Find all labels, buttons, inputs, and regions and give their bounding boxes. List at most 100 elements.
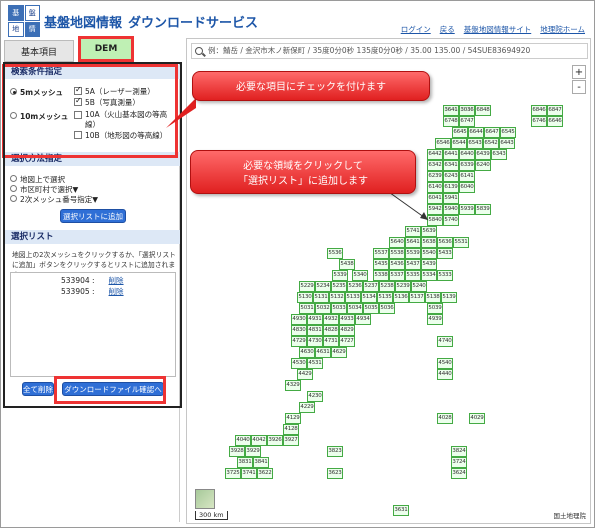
mesh-tile[interactable]: 5136	[393, 292, 409, 303]
mesh-tile[interactable]: 4930	[291, 314, 307, 325]
mesh-tile[interactable]: 6439	[475, 149, 491, 160]
mesh-tile[interactable]: 5433	[437, 248, 453, 259]
mesh-grid[interactable]: 6846684768486846684767486747674666466645…	[187, 39, 590, 523]
mesh-tile[interactable]: 5135	[377, 292, 393, 303]
mesh-tile[interactable]: 3725	[225, 468, 241, 479]
mesh-tile[interactable]: 6848	[475, 105, 491, 116]
mesh-tile[interactable]: 3824	[451, 446, 467, 457]
mesh-tile[interactable]: 3641	[443, 105, 459, 116]
location-search-input[interactable]: 例：鯖岳 / 金沢市木ノ新保町 / 35度0分0秒 135度0分0秒 / 35.…	[191, 43, 588, 59]
mesh-tile[interactable]: 4939	[427, 314, 443, 325]
mesh-tile[interactable]: 6442	[427, 149, 443, 160]
mesh-tile[interactable]: 5133	[345, 292, 361, 303]
gsi-home-link[interactable]: 地理院ホーム	[540, 24, 585, 35]
mesh-tile[interactable]: 6443	[499, 138, 515, 149]
mesh-tile[interactable]: 4631	[315, 347, 331, 358]
mesh-tile[interactable]: 5335	[405, 270, 421, 281]
mesh-tile[interactable]: 5639	[421, 226, 437, 237]
mesh-tile[interactable]: 4831	[307, 325, 323, 336]
mesh-tile[interactable]: 3928	[229, 446, 245, 457]
mesh-tile[interactable]: 4932	[323, 314, 339, 325]
mesh-tile[interactable]: 4229	[299, 402, 315, 413]
mesh-tile[interactable]: 6041	[427, 193, 443, 204]
mesh-tile[interactable]: 6545	[500, 127, 516, 138]
mesh-tile[interactable]: 3841	[253, 457, 269, 468]
mesh-tile[interactable]: 5636	[437, 237, 453, 248]
mesh-tile[interactable]: 4731	[323, 336, 339, 347]
back-link[interactable]: 戻る	[440, 24, 455, 35]
mesh-tile[interactable]: 4727	[339, 336, 355, 347]
mesh-tile[interactable]: 3926	[267, 435, 283, 446]
mesh-tile[interactable]: 3036	[459, 105, 475, 116]
mesh-tile[interactable]: 4440	[437, 369, 453, 380]
mesh-tile[interactable]: 6546	[435, 138, 451, 149]
mesh-tile[interactable]: 6342	[427, 160, 443, 171]
mesh-tile[interactable]: 5137	[409, 292, 425, 303]
mesh-tile[interactable]: 4829	[339, 325, 355, 336]
mesh-tile[interactable]: 4040	[235, 435, 251, 446]
mesh-tile[interactable]: 4630	[299, 347, 315, 358]
mesh-tile[interactable]: 5131	[313, 292, 329, 303]
mesh-tile[interactable]: 3724	[451, 457, 467, 468]
mesh-tile[interactable]: 3624	[451, 468, 467, 479]
tab-dem[interactable]: DEM	[78, 36, 134, 62]
mesh-tile[interactable]: 5839	[475, 204, 491, 215]
mesh-tile[interactable]: 5539	[405, 248, 421, 259]
mesh-tile[interactable]: 5132	[329, 292, 345, 303]
mesh-tile[interactable]: 3927	[283, 435, 299, 446]
mesh-tile[interactable]: 5229	[299, 281, 315, 292]
mesh-tile[interactable]: 5134	[361, 292, 377, 303]
mesh-tile[interactable]: 5538	[389, 248, 405, 259]
mesh-tile[interactable]: 5537	[373, 248, 389, 259]
mesh-tile[interactable]: 5337	[389, 270, 405, 281]
mesh-tile[interactable]: 4933	[339, 314, 355, 325]
mesh-tile[interactable]: 3631	[393, 505, 409, 516]
mesh-tile[interactable]: 5338	[373, 270, 389, 281]
mesh-tile[interactable]: 4629	[331, 347, 347, 358]
mesh-tile[interactable]: 3623	[327, 468, 343, 479]
mesh-tile[interactable]: 4730	[307, 336, 323, 347]
mesh-tile[interactable]: 6542	[483, 138, 499, 149]
zoom-in-button[interactable]: +	[572, 65, 586, 79]
mesh-tile[interactable]: 5740	[443, 215, 459, 226]
mesh-tile[interactable]: 6440	[459, 149, 475, 160]
mesh-tile[interactable]: 5236	[347, 281, 363, 292]
basemap-switch-button[interactable]	[195, 489, 215, 509]
mesh-tile[interactable]: 6040	[459, 182, 475, 193]
mesh-tile[interactable]: 6646	[547, 116, 563, 127]
mesh-tile[interactable]: 5234	[315, 281, 331, 292]
mesh-tile[interactable]: 5238	[379, 281, 395, 292]
mesh-tile[interactable]: 6339	[459, 160, 475, 171]
mesh-tile[interactable]: 5033	[331, 303, 347, 314]
mesh-tile[interactable]: 5036	[379, 303, 395, 314]
mesh-tile[interactable]: 5240	[411, 281, 427, 292]
mesh-tile[interactable]: 4830	[291, 325, 307, 336]
mesh-tile[interactable]: 6239	[427, 171, 443, 182]
mesh-tile[interactable]: 5439	[421, 259, 437, 270]
mesh-tile[interactable]: 5840	[427, 215, 443, 226]
mesh-tile[interactable]: 6141	[459, 171, 475, 182]
mesh-tile[interactable]: 6543	[467, 138, 483, 149]
mesh-tile[interactable]: 5638	[421, 237, 437, 248]
mesh-tile[interactable]: 6441	[443, 149, 459, 160]
mesh-tile[interactable]: 5437	[405, 259, 421, 270]
mesh-tile[interactable]: 5031	[299, 303, 315, 314]
mesh-tile[interactable]: 6847	[547, 105, 563, 116]
mesh-tile[interactable]: 4230	[307, 391, 323, 402]
mesh-tile[interactable]: 5032	[315, 303, 331, 314]
mesh-tile[interactable]: 6243	[443, 171, 459, 182]
mesh-tile[interactable]: 4129	[285, 413, 301, 424]
mesh-tile[interactable]: 5536	[327, 248, 343, 259]
mesh-tile[interactable]: 5941	[443, 193, 459, 204]
mesh-tile[interactable]: 5130	[297, 292, 313, 303]
mesh-tile[interactable]: 5641	[405, 237, 421, 248]
mesh-tile[interactable]: 6341	[443, 160, 459, 171]
mesh-tile[interactable]: 5640	[389, 237, 405, 248]
mesh-tile[interactable]: 6544	[451, 138, 467, 149]
mesh-tile[interactable]: 5540	[421, 248, 437, 259]
mesh-tile[interactable]: 5034	[347, 303, 363, 314]
mesh-tile[interactable]: 5334	[421, 270, 437, 281]
mesh-tile[interactable]: 5531	[453, 237, 469, 248]
mesh-tile[interactable]: 5333	[437, 270, 453, 281]
mesh-tile[interactable]: 4128	[283, 424, 299, 435]
